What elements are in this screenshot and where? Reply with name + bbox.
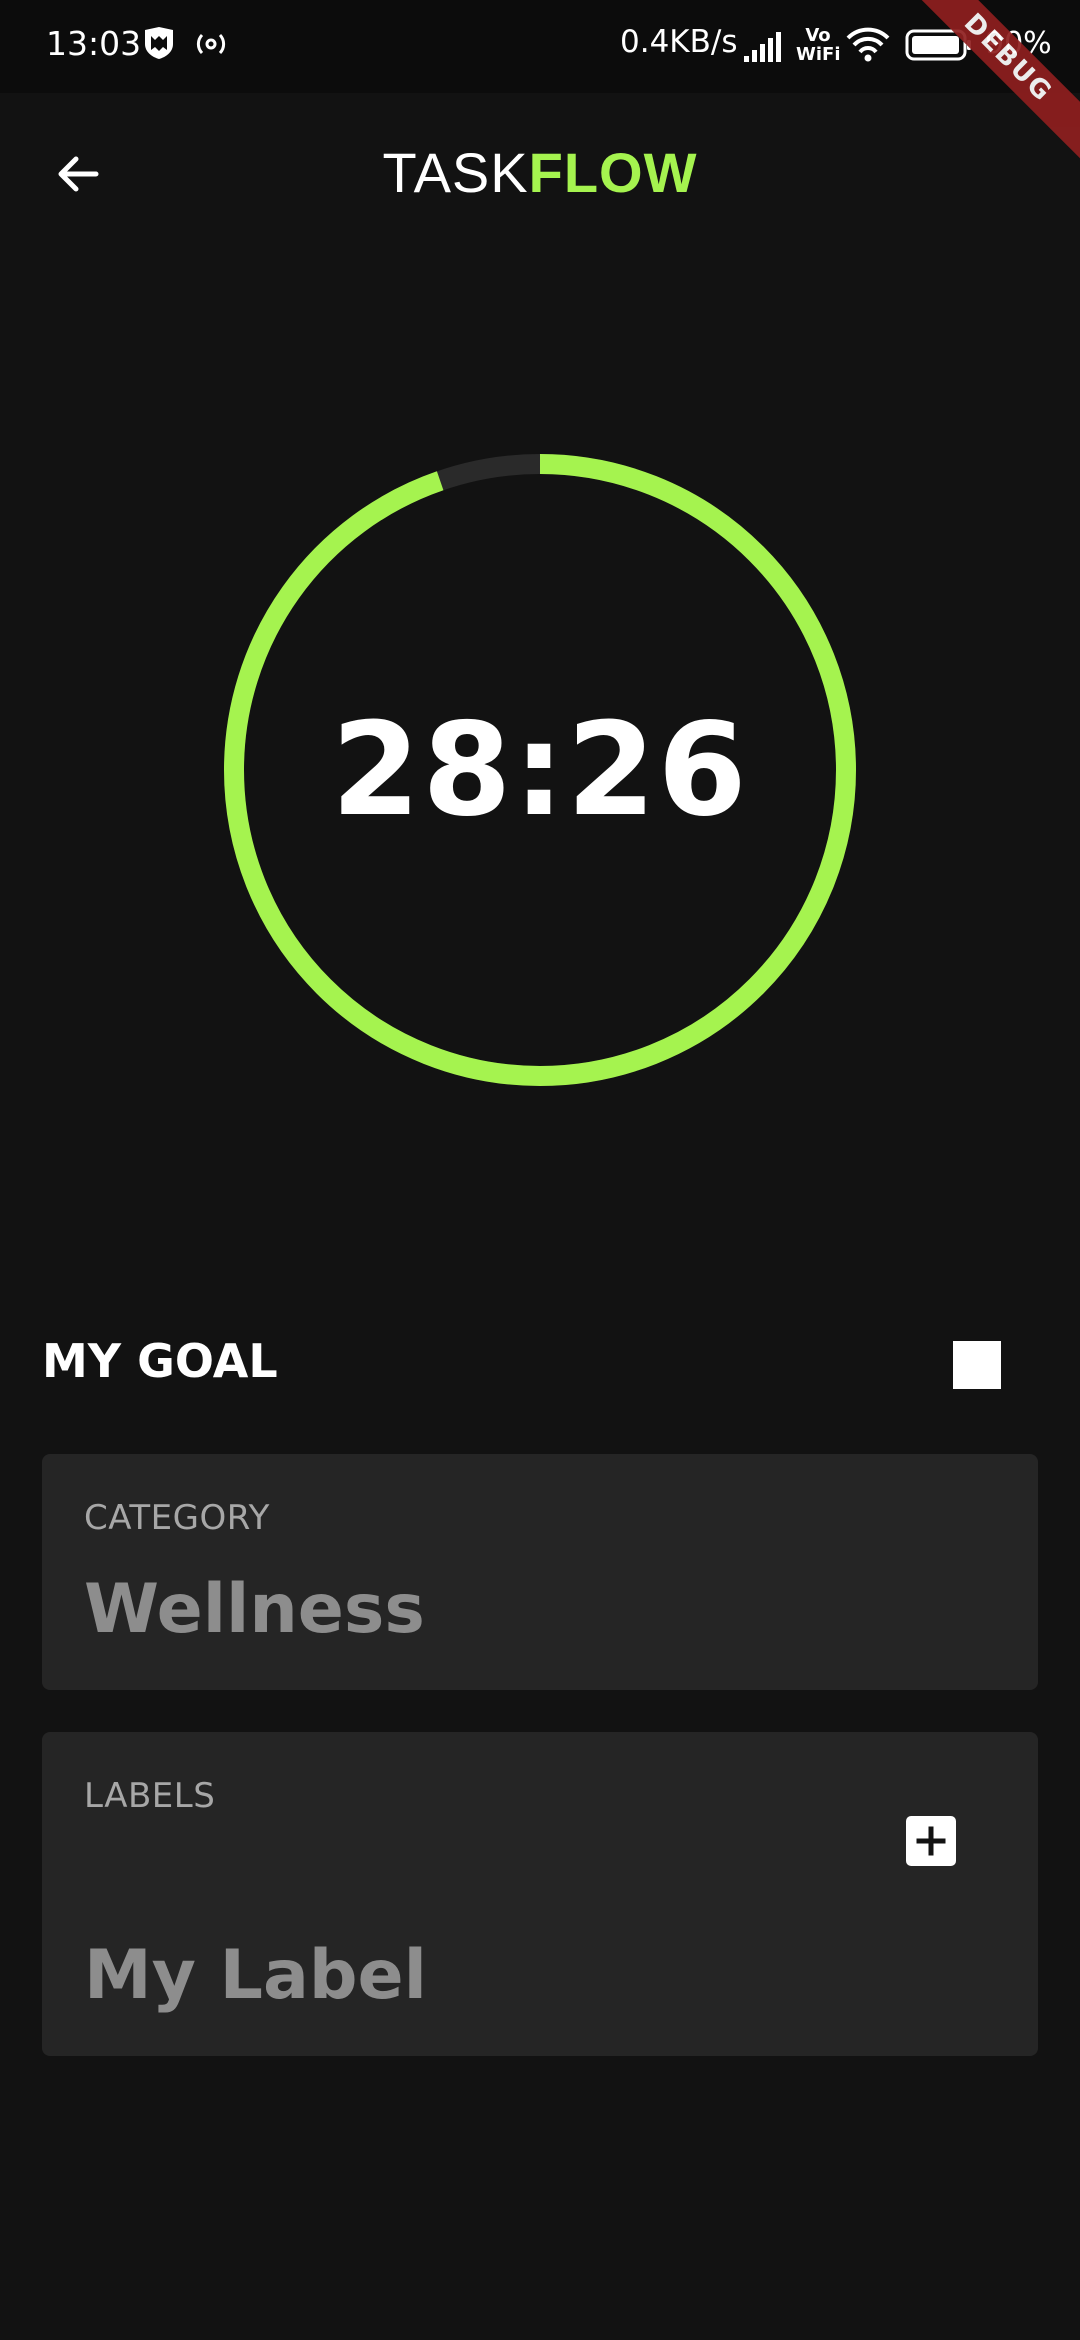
label-chip[interactable]: My Label — [84, 1936, 427, 2015]
hotspot-icon — [194, 30, 228, 62]
labels-caption: LABELS — [84, 1776, 216, 1816]
category-caption: CATEGORY — [84, 1498, 270, 1538]
goal-checkbox[interactable] — [953, 1341, 1001, 1389]
volte-bottom-text: WiFi — [796, 44, 841, 65]
category-value: Wellness — [84, 1570, 425, 1649]
app-title-task: TASK — [382, 141, 529, 204]
screen: 13:03 0.4KB/s Vo WiFi DEBUG TASKFLOW 28:… — [0, 0, 1080, 2340]
volte-indicator: Vo WiFi — [796, 25, 841, 65]
app-title-flow: FLOW — [528, 141, 698, 204]
goal-title: MY GOAL — [42, 1334, 278, 1388]
add-label-button[interactable] — [906, 1816, 956, 1866]
wifi-icon — [845, 26, 891, 68]
status-bar: 13:03 0.4KB/s Vo WiFi DEBUG — [0, 0, 1080, 179]
category-card[interactable]: CATEGORY Wellness — [42, 1454, 1038, 1690]
mcafee-shield-icon — [142, 26, 176, 64]
labels-card: LABELS My Label — [42, 1732, 1038, 2056]
plus-icon — [916, 1826, 946, 1856]
signal-icon — [742, 30, 782, 68]
timer-display: 28:26 — [331, 695, 749, 845]
app-title: TASKFLOW — [0, 140, 1080, 205]
volte-top-text: Vo — [805, 25, 831, 46]
timer: 28:26 — [222, 452, 858, 1088]
network-speed: 0.4KB/s — [620, 24, 738, 60]
status-time: 13:03 — [46, 24, 142, 63]
